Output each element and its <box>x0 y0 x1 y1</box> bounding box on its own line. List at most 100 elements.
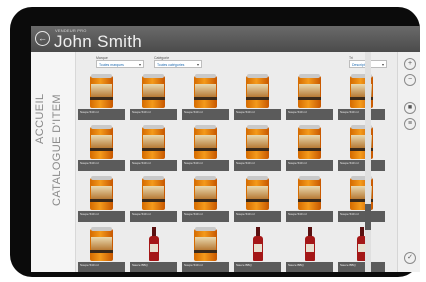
product-tile[interactable]: Soupe 540 ml <box>130 74 177 120</box>
can-body <box>194 76 217 108</box>
catalogue-content: Marque Toutes marques ▾ Catégorie Toutes… <box>76 52 391 272</box>
bottle-shape <box>253 227 263 261</box>
can-strip <box>246 148 269 151</box>
filter-category-value: Toutes catégories <box>157 63 185 67</box>
cart-icon[interactable]: ■ <box>404 102 416 114</box>
can-body <box>194 229 217 261</box>
soup-can-image <box>194 74 217 108</box>
product-tile[interactable]: Soupe 540 ml <box>286 125 333 171</box>
can-lid <box>91 125 112 129</box>
bottle-shape <box>149 227 159 261</box>
product-caption: Soupe 540 ml <box>338 109 385 120</box>
product-tile[interactable]: Sauce BBQ <box>130 227 177 272</box>
product-tile[interactable]: Soupe 540 ml <box>78 176 125 222</box>
product-caption: Soupe 540 ml <box>78 160 125 171</box>
product-tile[interactable]: Soupe 540 ml <box>234 176 281 222</box>
can-strip <box>298 199 321 202</box>
scrollbar-thumb[interactable] <box>365 204 371 230</box>
product-tile[interactable]: Soupe 540 ml <box>338 176 385 222</box>
product-tile[interactable]: Soupe 540 ml <box>182 74 229 120</box>
can-lid <box>91 74 112 78</box>
product-tile[interactable]: Sauce BBQ <box>234 227 281 272</box>
filter-brand[interactable]: Marque Toutes marques ▾ <box>96 56 144 70</box>
product-tile[interactable]: Soupe 540 ml <box>286 176 333 222</box>
can-body <box>194 178 217 210</box>
chevron-down-icon: ▾ <box>196 62 199 67</box>
can-lid <box>143 74 164 78</box>
can-lid <box>91 176 112 180</box>
soup-can-image <box>90 125 113 159</box>
product-tile[interactable]: Soupe 540 ml <box>78 125 125 171</box>
sauce-bottle-image <box>246 227 269 261</box>
product-tile[interactable]: Soupe 540 ml <box>234 125 281 171</box>
can-lid <box>299 125 320 129</box>
bottle-neck <box>308 227 312 236</box>
filter-brand-value: Toutes marques <box>99 63 124 67</box>
nav-item-catalogue[interactable]: CATALOGUE D'ITEM <box>51 94 63 206</box>
can-body <box>90 76 113 108</box>
product-tile[interactable]: Soupe 540 ml <box>130 125 177 171</box>
can-body <box>298 76 321 108</box>
can-body <box>142 127 165 159</box>
can-body <box>246 127 269 159</box>
filter-brand-select[interactable]: Toutes marques ▾ <box>96 60 144 68</box>
vertical-scrollbar[interactable] <box>365 52 371 272</box>
can-body <box>298 127 321 159</box>
product-caption: Soupe 540 ml <box>78 211 125 222</box>
product-tile[interactable]: Soupe 540 ml <box>78 74 125 120</box>
check-icon[interactable]: ✓ <box>404 252 416 264</box>
product-tile[interactable]: Soupe 540 ml <box>182 227 229 272</box>
page-frame: ← VENDEUR PRO John Smith ACCUEIL CATALOG… <box>0 0 426 282</box>
can-label <box>91 237 112 250</box>
can-strip <box>298 97 321 100</box>
soup-can-image <box>194 227 217 261</box>
product-tile[interactable]: Soupe 540 ml <box>338 74 385 120</box>
chevron-down-icon: ▾ <box>381 62 384 67</box>
can-body <box>194 127 217 159</box>
product-tile[interactable]: Soupe 540 ml <box>338 125 385 171</box>
minus-icon[interactable]: − <box>404 74 416 86</box>
can-label <box>247 84 268 97</box>
soup-can-image <box>142 74 165 108</box>
can-strip <box>298 148 321 151</box>
product-caption: Soupe 540 ml <box>234 211 281 222</box>
can-lid <box>247 125 268 129</box>
can-lid <box>195 125 216 129</box>
can-lid <box>91 227 112 231</box>
plus-icon[interactable]: + <box>404 58 416 70</box>
back-arrow-icon[interactable]: ← <box>35 31 50 46</box>
sauce-bottle-image <box>298 227 321 261</box>
can-strip <box>90 199 113 202</box>
can-lid <box>195 227 216 231</box>
product-tile[interactable]: Soupe 540 ml <box>234 74 281 120</box>
soup-can-image <box>90 74 113 108</box>
bottle-shape <box>305 227 315 261</box>
can-body <box>90 178 113 210</box>
can-body <box>142 178 165 210</box>
product-tile[interactable]: Soupe 540 ml <box>130 176 177 222</box>
product-tile[interactable]: Soupe 540 ml <box>78 227 125 272</box>
product-tile[interactable]: Sauce BBQ <box>338 227 385 272</box>
product-tile[interactable]: Sauce BBQ <box>286 227 333 272</box>
can-strip <box>90 250 113 253</box>
product-caption: Soupe 540 ml <box>286 109 333 120</box>
product-caption: Soupe 540 ml <box>338 211 385 222</box>
product-caption: Soupe 540 ml <box>182 211 229 222</box>
product-caption: Soupe 540 ml <box>338 160 385 171</box>
product-tile[interactable]: Soupe 540 ml <box>286 74 333 120</box>
product-tile[interactable]: Soupe 540 ml <box>182 125 229 171</box>
can-label <box>91 135 112 148</box>
list-icon[interactable]: ≡ <box>404 118 416 130</box>
chevron-down-icon: ▾ <box>138 62 141 67</box>
can-label <box>143 135 164 148</box>
can-lid <box>195 74 216 78</box>
product-caption: Soupe 540 ml <box>130 211 177 222</box>
can-label <box>247 135 268 148</box>
product-caption: Soupe 540 ml <box>130 160 177 171</box>
filter-category[interactable]: Catégorie Toutes catégories ▾ <box>154 56 202 70</box>
can-lid <box>143 176 164 180</box>
product-tile[interactable]: Soupe 540 ml <box>182 176 229 222</box>
nav-item-accueil[interactable]: ACCUEIL <box>34 94 46 144</box>
filter-category-select[interactable]: Toutes catégories ▾ <box>154 60 202 68</box>
product-caption: Soupe 540 ml <box>234 109 281 120</box>
